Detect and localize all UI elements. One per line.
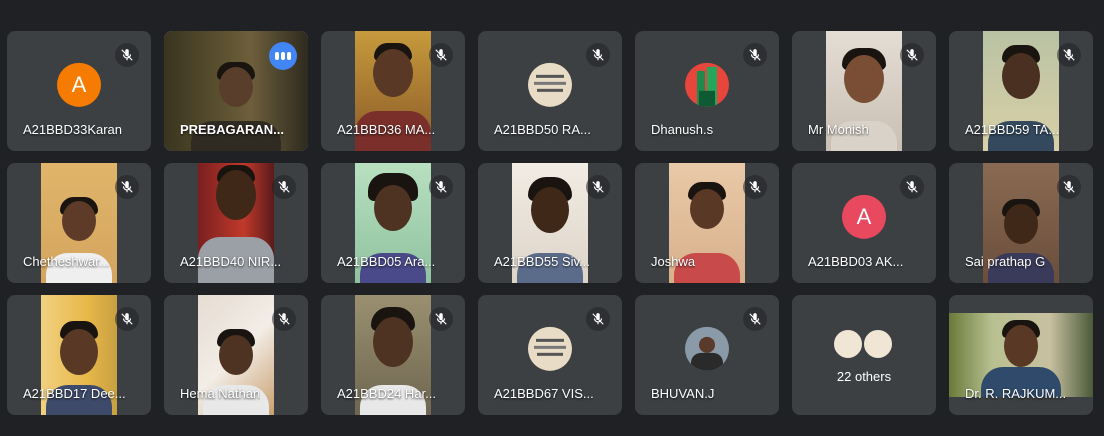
participant-tile[interactable]: Mr Monish [792,31,936,151]
participant-name: Dhanush.s [651,122,714,137]
mic-off-icon [900,175,924,199]
mic-off-icon [586,307,610,331]
participant-tile[interactable]: A21BBD59 TA... [949,31,1093,151]
participant-tile[interactable]: A21BBD36 MA... [321,31,465,151]
mic-off-icon [1057,175,1081,199]
participant-tile[interactable]: A21BBD40 NIR... [164,163,308,283]
mic-off-icon [115,175,139,199]
participant-name: Joshwa [651,254,696,269]
participant-name: A21BBD24 Har... [337,386,436,401]
avatar: A [842,194,886,239]
participant-name: A21BBD67 VIS... [494,386,594,401]
participant-name: A21BBD33Karan [23,122,123,137]
participant-name: PREBAGARAN... [180,122,285,137]
participant-grid: A A21BBD33Karan PREBAGARAN... A21BBD36 M… [7,31,1097,415]
others-tile[interactable]: 22 others [792,295,936,415]
mic-off-icon [272,307,296,331]
participant-tile[interactable]: A A21BBD33Karan [7,31,151,151]
avatar [862,328,894,360]
mic-off-icon [743,43,767,67]
participant-name: Chetheshwar... [23,254,110,269]
mic-off-icon [586,175,610,199]
participant-tile[interactable]: A21BBD55 Siv... [478,163,622,283]
participant-name: A21BBD55 Siv... [494,254,590,269]
participant-tile[interactable]: Joshwa [635,163,779,283]
avatar [685,326,729,371]
participant-name: Sai prathap G [965,254,1046,269]
participant-tile[interactable]: A21BBD67 VIS... [478,295,622,415]
participant-video [949,313,1093,397]
mic-off-icon [743,175,767,199]
avatar [528,326,572,371]
participant-name: Dr. R. RAJKUM... [965,386,1067,401]
participant-name: A21BBD03 AK... [808,254,904,269]
mic-off-icon [900,43,924,67]
participant-name: A21BBD59 TA... [965,122,1060,137]
participant-tile[interactable]: Chetheshwar... [7,163,151,283]
participant-name: Hema Nathan [180,386,261,401]
mic-off-icon [429,307,453,331]
mic-off-icon [115,307,139,331]
participant-name: A21BBD50 RA... [494,122,591,137]
participant-tile[interactable]: A A21BBD03 AK... [792,163,936,283]
mic-off-icon [429,175,453,199]
participant-tile[interactable]: Hema Nathan [164,295,308,415]
mic-off-icon [272,175,296,199]
participant-tile[interactable]: A21BBD24 Har... [321,295,465,415]
participant-tile[interactable]: BHUVAN.J [635,295,779,415]
participant-name: A21BBD36 MA... [337,122,436,137]
avatar [528,62,572,107]
participant-tile[interactable]: A21BBD17 Dee... [7,295,151,415]
participant-tile[interactable]: A21BBD05 Ara... [321,163,465,283]
participant-tile[interactable]: A21BBD50 RA... [478,31,622,151]
participant-name: Mr Monish [808,122,869,137]
avatar [685,62,729,107]
participant-tile[interactable]: Dr. R. RAJKUM... [949,295,1093,415]
participant-tile[interactable]: Dhanush.s [635,31,779,151]
mic-off-icon [1057,43,1081,67]
avatar: A [57,62,101,107]
avatar [832,328,864,360]
participant-tile[interactable]: PREBAGARAN... [164,31,308,151]
mic-off-icon [429,43,453,67]
participant-name: BHUVAN.J [651,386,715,401]
mic-off-icon [586,43,610,67]
participant-name: A21BBD17 Dee... [23,386,126,401]
speaking-indicator-icon [269,42,297,70]
participant-name: A21BBD40 NIR... [180,254,282,269]
others-avatars [832,328,894,360]
mic-off-icon [743,307,767,331]
mic-off-icon [115,43,139,67]
participant-name: A21BBD05 Ara... [337,254,436,269]
others-count: 22 others [836,369,892,384]
participant-tile[interactable]: Sai prathap G [949,163,1093,283]
